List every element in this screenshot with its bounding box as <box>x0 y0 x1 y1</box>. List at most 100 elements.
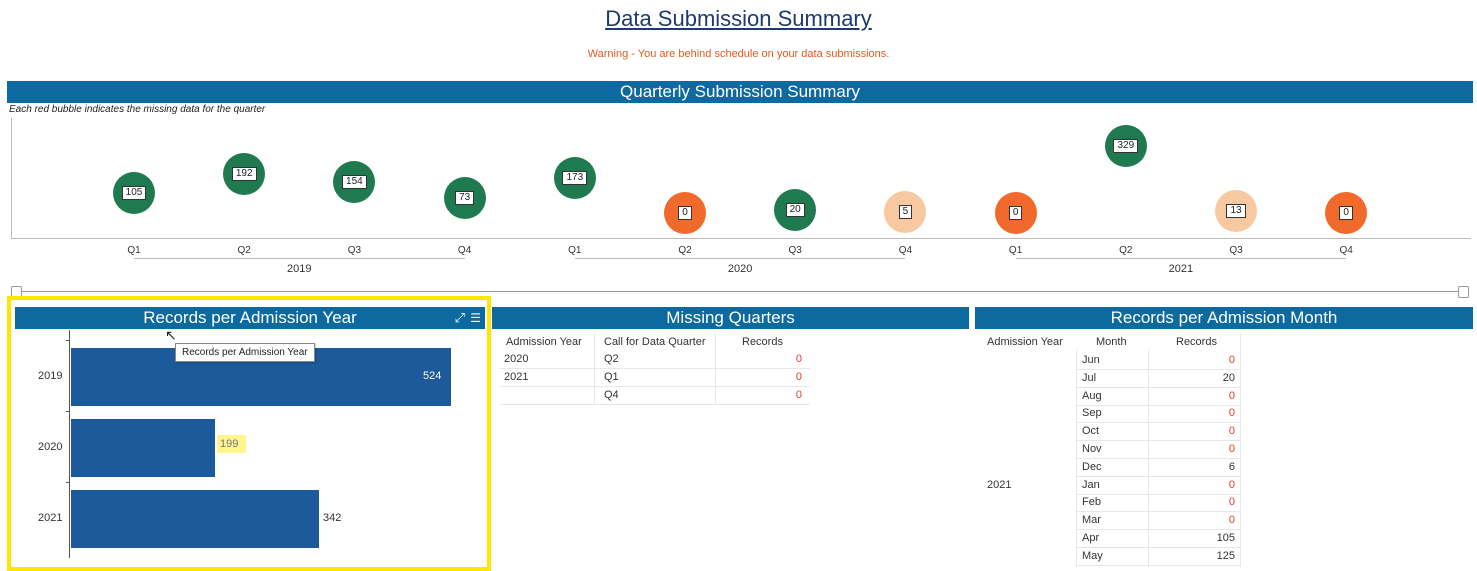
am-records-cell: 0 <box>1228 354 1235 366</box>
bar-category-label: 2021 <box>38 512 63 524</box>
bubble-value-label: 173 <box>562 171 588 185</box>
am-divider <box>1240 333 1241 567</box>
am-records-cell: 20 <box>1222 371 1235 384</box>
row-divider <box>1076 440 1240 442</box>
am-month-cell: Jul <box>1082 371 1097 384</box>
mq-records-cell: 0 <box>795 389 802 401</box>
quarter-tick-label: Q3 <box>1229 245 1243 256</box>
bar-axis-tick <box>66 482 70 483</box>
expand-icon[interactable]: ⤢ <box>455 307 465 329</box>
quarter-tick-label: Q2 <box>678 245 692 256</box>
admission-year-bar[interactable] <box>71 419 215 477</box>
bar-category-label: 2020 <box>38 441 63 453</box>
date-range-track[interactable] <box>15 291 1463 292</box>
mq-records-cell: 0 <box>795 371 802 383</box>
quarter-bubble[interactable]: 0 <box>664 192 706 234</box>
am-month-cell: Feb <box>1082 496 1101 509</box>
admission-year-bar[interactable] <box>71 490 319 548</box>
am-month-cell: Sep <box>1082 407 1102 420</box>
quarter-tick-label: Q4 <box>457 245 472 256</box>
am-month-cell: Aug <box>1082 389 1102 402</box>
menu-icon[interactable]: ☰ <box>470 307 481 329</box>
quarter-bubble[interactable]: 13 <box>1215 190 1257 233</box>
quarter-bubble[interactable]: 154 <box>333 161 376 203</box>
bar-value-label: 342 <box>323 512 342 524</box>
row-divider <box>500 386 810 387</box>
year-group-bracket <box>134 258 465 259</box>
am-records-cell: 0 <box>1228 407 1235 420</box>
quarterly-bubble-chart: 105 Q1 192 Q2 154 Q3 73 Q4 173 Q1 0 Q2 20 Q3 5 Q4 0 Q1 329… <box>0 0 1477 300</box>
am-records-cell: 0 <box>1228 496 1235 509</box>
missing-quarters-header: Missing Quarters <box>492 307 969 329</box>
quarter-bubble[interactable]: 5 <box>884 191 927 234</box>
quarter-bubble[interactable]: 20 <box>774 189 817 231</box>
row-divider <box>1076 458 1240 459</box>
bubble-value-label: 105 <box>121 186 147 200</box>
mq-quarter-cell: Q4 <box>604 389 619 401</box>
row-divider <box>1076 547 1240 548</box>
am-records-cell: 0 <box>1228 443 1235 455</box>
bubble-value-label: 329 <box>1113 139 1139 153</box>
row-divider <box>1076 475 1240 477</box>
am-records-cell: 0 <box>1228 514 1235 527</box>
bar-axis-line <box>69 330 70 558</box>
quarter-tick-label: Q4 <box>1339 245 1353 256</box>
quarter-bubble[interactable]: 192 <box>223 153 266 195</box>
bubble-value-label: 0 <box>678 206 692 220</box>
quarter-bubble[interactable]: 0 <box>1325 192 1368 234</box>
am-month-cell: Jun <box>1082 354 1100 366</box>
bubble-value-label: 5 <box>898 205 913 220</box>
year-tick-label: 2020 <box>727 263 753 275</box>
quarter-tick-label: Q2 <box>1119 245 1133 256</box>
quarter-bubble[interactable]: 105 <box>113 172 155 214</box>
bubble-value-label: 0 <box>1339 206 1353 220</box>
quarter-bubble[interactable]: 173 <box>553 157 596 199</box>
mq-records-cell: 0 <box>795 353 802 365</box>
bubble-value-label: 0 <box>1008 206 1023 220</box>
mq-year-cell: 2020 <box>504 353 529 365</box>
am-month-cell: Oct <box>1082 425 1100 438</box>
admission-year-title: Records per Admission Year <box>143 308 357 327</box>
cursor-icon: ↖ <box>165 327 177 343</box>
quarter-bubble[interactable]: 0 <box>994 192 1037 234</box>
row-divider <box>1076 564 1240 566</box>
row-divider <box>1076 422 1240 424</box>
admission-year-header: Records per Admission Year ⤢ ☰ <box>15 307 485 329</box>
am-month-cell: Nov <box>1082 443 1102 455</box>
bar-axis-tick <box>66 411 70 412</box>
quarter-tick-label: Q3 <box>347 245 362 256</box>
year-group-bracket <box>1015 258 1347 259</box>
am-records-cell: 6 <box>1228 460 1235 473</box>
am-records-cell: 0 <box>1228 389 1235 402</box>
mq-year-cell: 2021 <box>504 371 529 383</box>
am-month-cell: Mar <box>1082 514 1101 527</box>
quarter-tick-label: Q2 <box>237 245 251 256</box>
bar-value-label: 524 <box>423 370 442 382</box>
row-divider <box>1076 386 1240 388</box>
am-records-cell: 0 <box>1228 478 1235 491</box>
row-divider <box>1076 529 1240 531</box>
mq-quarter-cell: Q2 <box>604 353 619 365</box>
mq-divider <box>715 333 716 405</box>
am-month-cell: Apr <box>1082 532 1100 544</box>
admission-month-header: Records per Admission Month <box>975 307 1473 329</box>
year-group-bracket <box>574 258 906 259</box>
quarter-bubble[interactable]: 329 <box>1104 125 1147 167</box>
mq-col-quarter: Call for Data Quarter <box>604 336 706 348</box>
bubble-value-label: 73 <box>455 191 475 205</box>
bubble-value-label: 13 <box>1226 204 1246 219</box>
quarter-bubble[interactable]: 73 <box>443 177 486 219</box>
admission-year-tooltip: Records per Admission Year <box>175 343 315 362</box>
quarter-tick-label: Q3 <box>788 245 802 256</box>
quarter-tick-label: Q4 <box>898 245 913 256</box>
mq-divider <box>594 333 595 405</box>
am-col-records: Records <box>1176 336 1217 348</box>
y-axis-line <box>11 118 12 238</box>
quarter-tick-label: Q1 <box>127 245 141 256</box>
bar-value-label: 199 <box>217 435 247 453</box>
mq-col-records: Records <box>742 336 783 348</box>
range-end-handle[interactable] <box>1458 286 1469 298</box>
am-col-month: Month <box>1096 336 1127 348</box>
row-divider <box>1076 404 1240 406</box>
am-month-cell: Dec <box>1082 460 1102 473</box>
